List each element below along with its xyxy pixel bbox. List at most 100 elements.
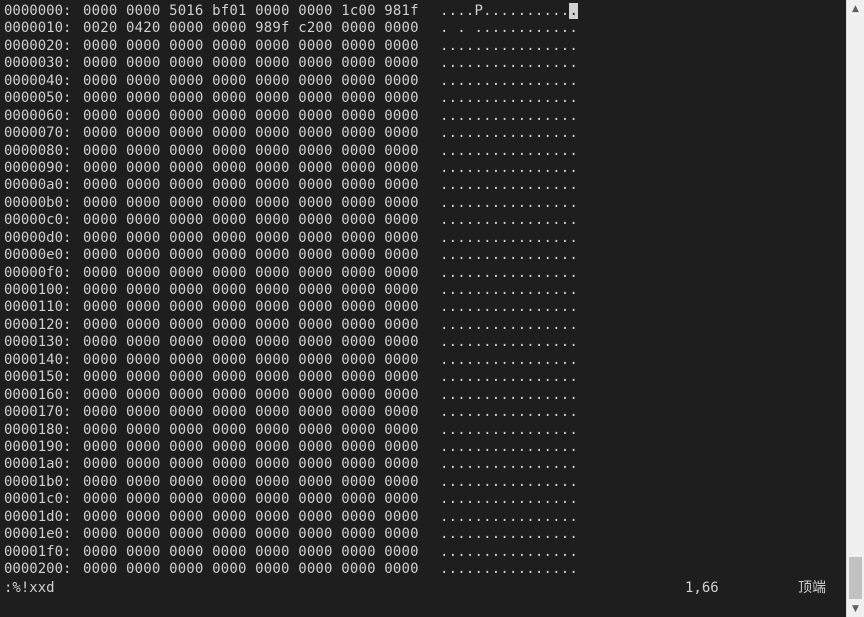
command-line[interactable]: :%!xxd xyxy=(4,578,55,598)
line-offset: 0000020: xyxy=(4,37,72,54)
line-offset: 0000130: xyxy=(4,334,72,351)
hex-dump-line[interactable]: 00001c0: 0000 0000 0000 0000 0000 0000 00… xyxy=(0,491,846,508)
hex-dump-line[interactable]: 00001d0: 0000 0000 0000 0000 0000 0000 00… xyxy=(0,509,846,526)
ascii-text: ................ xyxy=(440,194,579,211)
hex-dump-line[interactable]: 0000120: 0000 0000 0000 0000 0000 0000 00… xyxy=(0,317,846,334)
vertical-scrollbar[interactable]: ▲ ▼ xyxy=(846,0,864,617)
hex-dump-line[interactable]: 00000c0: 0000 0000 0000 0000 0000 0000 00… xyxy=(0,212,846,229)
hex-dump-line[interactable]: 0000130: 0000 0000 0000 0000 0000 0000 00… xyxy=(0,334,846,351)
hex-bytes: 0000 0000 0000 0000 0000 0000 0000 0000 xyxy=(83,491,419,508)
line-offset: 0000060: xyxy=(4,107,72,124)
hex-bytes: 0000 0000 0000 0000 0000 0000 0000 0000 xyxy=(83,107,419,124)
ascii-column: ................ xyxy=(440,108,578,125)
ascii-text: ................ xyxy=(440,229,579,246)
ascii-column: ................ xyxy=(440,38,578,55)
line-offset: 00001d0: xyxy=(4,508,72,525)
ascii-column: ................ xyxy=(440,404,578,421)
hex-dump-buffer[interactable]: 0000000: 0000 0000 5016 bf01 0000 0000 1c… xyxy=(0,3,846,578)
hex-dump-line[interactable]: 0000190: 0000 0000 0000 0000 0000 0000 00… xyxy=(0,439,846,456)
hex-dump-line[interactable]: 0000110: 0000 0000 0000 0000 0000 0000 00… xyxy=(0,299,846,316)
hex-bytes: 0000 0000 0000 0000 0000 0000 0000 0000 xyxy=(83,316,419,333)
hex-dump-line[interactable]: 0000050: 0000 0000 0000 0000 0000 0000 00… xyxy=(0,90,846,107)
hex-bytes: 0000 0000 0000 0000 0000 0000 0000 0000 xyxy=(83,421,419,438)
hex-dump-line[interactable]: 0000010: 0020 0420 0000 0000 989f c200 00… xyxy=(0,20,846,37)
hex-dump-line[interactable]: 0000040: 0000 0000 0000 0000 0000 0000 00… xyxy=(0,73,846,90)
ascii-text: ................ xyxy=(440,369,579,386)
hex-dump-line[interactable]: 0000150: 0000 0000 0000 0000 0000 0000 00… xyxy=(0,369,846,386)
hex-bytes: 0000 0000 0000 0000 0000 0000 0000 0000 xyxy=(83,508,419,525)
hex-bytes: 0000 0000 0000 0000 0000 0000 0000 0000 xyxy=(83,177,419,194)
hex-dump-line[interactable]: 0000070: 0000 0000 0000 0000 0000 0000 00… xyxy=(0,125,846,142)
ascii-column: ....P........... xyxy=(440,3,579,20)
ascii-column: ................ xyxy=(440,195,578,212)
line-offset: 0000090: xyxy=(4,159,72,176)
hex-dump-line[interactable]: 00000b0: 0000 0000 0000 0000 0000 0000 00… xyxy=(0,195,846,212)
hex-bytes: 0000 0000 0000 0000 0000 0000 0000 0000 xyxy=(83,55,419,72)
line-offset: 0000120: xyxy=(4,316,72,333)
hex-dump-line[interactable]: 0000030: 0000 0000 0000 0000 0000 0000 00… xyxy=(0,55,846,72)
ascii-text: ................ xyxy=(440,125,579,142)
line-offset: 00000b0: xyxy=(4,194,72,211)
hex-bytes: 0000 0000 0000 0000 0000 0000 0000 0000 xyxy=(83,386,419,403)
hex-dump-line[interactable]: 0000200: 0000 0000 0000 0000 0000 0000 00… xyxy=(0,561,846,578)
ascii-column: ................ xyxy=(440,55,578,72)
hex-dump-line[interactable]: 0000100: 0000 0000 0000 0000 0000 0000 00… xyxy=(0,282,846,299)
hex-dump-line[interactable]: 0000080: 0000 0000 0000 0000 0000 0000 00… xyxy=(0,143,846,160)
line-offset: 00000a0: xyxy=(4,177,72,194)
hex-dump-line[interactable]: 00001e0: 0000 0000 0000 0000 0000 0000 00… xyxy=(0,526,846,543)
scrollbar-thumb[interactable] xyxy=(849,557,862,599)
hex-bytes: 0000 0000 0000 0000 0000 0000 0000 0000 xyxy=(83,125,419,142)
hex-bytes: 0000 0000 0000 0000 0000 0000 0000 0000 xyxy=(83,90,419,107)
line-offset: 00001b0: xyxy=(4,473,72,490)
scroll-up-arrow-icon[interactable]: ▲ xyxy=(847,0,864,17)
hex-bytes: 0000 0000 0000 0000 0000 0000 0000 0000 xyxy=(83,404,419,421)
ascii-column: ................ xyxy=(440,422,578,439)
ascii-column: ................ xyxy=(440,160,578,177)
ascii-text: ................ xyxy=(440,159,579,176)
ascii-column: ................ xyxy=(440,561,578,578)
vim-terminal-window[interactable]: 0000000: 0000 0000 5016 bf01 0000 0000 1c… xyxy=(0,0,864,617)
hex-dump-line[interactable]: 0000000: 0000 0000 5016 bf01 0000 0000 1c… xyxy=(0,3,846,20)
line-offset: 0000050: xyxy=(4,90,72,107)
hex-dump-line[interactable]: 00001f0: 0000 0000 0000 0000 0000 0000 00… xyxy=(0,544,846,561)
ascii-column: ................ xyxy=(440,247,578,264)
hex-dump-line[interactable]: 0000180: 0000 0000 0000 0000 0000 0000 00… xyxy=(0,422,846,439)
hex-dump-line[interactable]: 00000e0: 0000 0000 0000 0000 0000 0000 00… xyxy=(0,247,846,264)
hex-dump-line[interactable]: 0000060: 0000 0000 0000 0000 0000 0000 00… xyxy=(0,108,846,125)
line-offset: 0000010: xyxy=(4,20,72,37)
ascii-text: ................ xyxy=(440,107,579,124)
ascii-text: ................ xyxy=(440,316,579,333)
ascii-column: ................ xyxy=(440,90,578,107)
line-offset: 0000140: xyxy=(4,351,72,368)
hex-dump-line[interactable]: 0000090: 0000 0000 0000 0000 0000 0000 00… xyxy=(0,160,846,177)
hex-dump-line[interactable]: 0000170: 0000 0000 0000 0000 0000 0000 00… xyxy=(0,404,846,421)
hex-bytes: 0000 0000 0000 0000 0000 0000 0000 0000 xyxy=(83,229,419,246)
hex-dump-line[interactable]: 00000a0: 0000 0000 0000 0000 0000 0000 00… xyxy=(0,177,846,194)
hex-bytes: 0000 0000 0000 0000 0000 0000 0000 0000 xyxy=(83,72,419,89)
hex-bytes: 0000 0000 0000 0000 0000 0000 0000 0000 xyxy=(83,543,419,560)
hex-dump-line[interactable]: 0000140: 0000 0000 0000 0000 0000 0000 00… xyxy=(0,352,846,369)
line-offset: 0000160: xyxy=(4,386,72,403)
line-offset: 0000030: xyxy=(4,55,72,72)
scroll-down-arrow-icon[interactable]: ▼ xyxy=(847,600,864,617)
hex-dump-line[interactable]: 0000020: 0000 0000 0000 0000 0000 0000 00… xyxy=(0,38,846,55)
hex-dump-line[interactable]: 00001a0: 0000 0000 0000 0000 0000 0000 00… xyxy=(0,456,846,473)
ascii-text: ................ xyxy=(440,55,579,72)
ascii-text: ................ xyxy=(440,526,579,543)
hex-bytes: 0000 0000 0000 0000 0000 0000 0000 0000 xyxy=(83,299,419,316)
hex-dump-line[interactable]: 00000d0: 0000 0000 0000 0000 0000 0000 00… xyxy=(0,230,846,247)
ascii-text: ................ xyxy=(440,386,579,403)
ascii-text: . . ............ xyxy=(440,20,579,37)
hex-dump-line[interactable]: 00000f0: 0000 0000 0000 0000 0000 0000 00… xyxy=(0,265,846,282)
ascii-column: ................ xyxy=(440,456,578,473)
hex-bytes: 0000 0000 0000 0000 0000 0000 0000 0000 xyxy=(83,561,419,577)
line-offset: 0000200: xyxy=(4,561,72,577)
hex-dump-line[interactable]: 0000160: 0000 0000 0000 0000 0000 0000 00… xyxy=(0,387,846,404)
ascii-text: ................ xyxy=(440,142,579,159)
hex-dump-line[interactable]: 00001b0: 0000 0000 0000 0000 0000 0000 00… xyxy=(0,474,846,491)
ascii-column: ................ xyxy=(440,212,578,229)
ascii-column: ................ xyxy=(440,352,578,369)
ascii-text: ................ xyxy=(440,421,579,438)
ascii-column: . . ............ xyxy=(440,20,578,37)
ascii-text: ................ xyxy=(440,351,579,368)
